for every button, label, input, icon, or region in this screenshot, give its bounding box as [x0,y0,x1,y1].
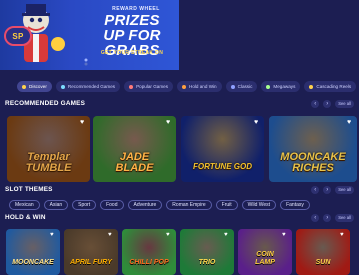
hold-win-game-card[interactable]: APRIL FURY ♥ [64,229,118,275]
heart-icon[interactable]: ♥ [80,119,87,126]
filter-label: Hold and Win [189,84,217,89]
slot-theme-tags: Mexican Asian Sport Food Adventure Roman Empi… [9,200,359,210]
hold-win-title: HOLD & WIN [5,214,46,221]
game-title: TRIO [180,259,234,267]
heart-icon[interactable]: ♥ [254,119,261,126]
filter-icon [129,84,134,89]
theme-tag[interactable]: Wild West [241,200,277,210]
holdwin-nav: ‹ › See all [311,214,354,222]
filter-icon [230,84,235,89]
heart-icon[interactable]: ♥ [340,232,347,239]
heart-icon[interactable]: ♥ [347,119,354,126]
filter-icon [266,84,271,89]
heart-icon[interactable]: ♥ [224,232,231,239]
game-title-line: SUN [315,259,331,266]
filter-pill[interactable]: Cascading Reels [304,81,357,92]
banner-subtitle: GET YOUR STREAK ON [100,50,164,56]
filter-label: Popular Games [136,84,169,89]
game-title: MOONCAKE RICHES [269,152,357,174]
filter-label: Classic [237,84,253,89]
game-title: JADE BLADE [93,152,176,174]
filter-pill[interactable]: Classic [225,81,258,92]
chevron-left-icon[interactable]: ‹ [311,100,320,108]
chevron-right-icon[interactable]: › [323,214,332,222]
filter-pill[interactable]: Hold and Win [177,81,222,92]
filter-label: Megaways [273,84,296,89]
headline-line-1: PRIZES [104,12,160,29]
brand-logo: SP [4,26,32,46]
heart-icon[interactable]: ♥ [166,119,173,126]
heart-icon[interactable]: ♥ [166,232,173,239]
game-card[interactable]: JADE BLADE ♥ [93,116,176,182]
filter-pill[interactable]: Popular Games [124,81,174,92]
theme-tag[interactable]: Adventure [127,200,163,210]
hold-win-game-card[interactable]: SUN ♥ [296,229,350,275]
filter-label: Recommended Games [67,84,116,89]
filter-icon [309,84,314,89]
game-title: Templar TUMBLE [7,152,90,174]
game-title: APRIL FURY [64,259,118,267]
reward-wheel-banner[interactable]: SP REWARD WHEEL PRIZES UP FOR GRABS GET … [0,0,179,70]
filter-pill[interactable]: Discover [17,81,52,92]
chevron-left-icon[interactable]: ‹ [311,214,320,222]
game-title-line: MOONCAKE [12,259,54,266]
theme-tag[interactable]: Food [100,200,124,210]
theme-tag[interactable]: Fantasy [280,200,310,210]
themes-see-all[interactable]: See all [335,186,354,194]
filter-label: Cascading Reels [316,84,352,89]
chevron-right-icon[interactable]: › [323,186,332,194]
chevron-right-icon[interactable]: › [323,100,332,108]
theme-tag[interactable]: Asian [43,200,69,210]
hold-win-game-card[interactable]: COIN LAMP ♥ [238,229,292,275]
game-title-line: TUMBLE [25,162,72,174]
heart-icon[interactable]: ♥ [282,232,289,239]
game-title-line: LAMP [255,259,275,266]
heart-icon[interactable]: ♥ [50,232,57,239]
chevron-left-icon[interactable]: ‹ [311,186,320,194]
filter-icon [60,84,65,89]
theme-tag[interactable]: Mexican [9,200,40,210]
theme-tag[interactable]: Roman Empire [166,200,212,210]
game-title: CHILLI POP [122,259,176,267]
heart-icon[interactable]: ♥ [108,232,115,239]
recommended-games-carousel: Templar TUMBLE ♥ JADE BLADE ♥ FORTUNE GOD ♥ MOON… [7,116,359,182]
game-title-line: COIN [256,251,274,258]
game-title-line: APRIL FURY [70,259,112,266]
filter-label: Discover [29,84,47,89]
recommended-nav: ‹ › See all [311,100,354,108]
recommended-see-all[interactable]: See all [335,100,354,108]
game-title-line: BLADE [115,162,154,174]
game-card[interactable]: MOONCAKE RICHES ♥ [269,116,357,182]
filter-icon [22,84,26,89]
theme-tag[interactable]: Fruit [215,200,238,210]
game-title-line: TRIO [198,259,216,266]
game-title: FORTUNE GOD [181,162,264,171]
game-title-line: FORTUNE GOD [193,162,252,171]
game-card[interactable]: Templar TUMBLE ♥ [7,116,90,182]
hold-win-game-card[interactable]: CHILLI POP ♥ [122,229,176,275]
themes-nav: ‹ › See all [311,186,354,194]
hold-win-game-card[interactable]: TRIO ♥ [180,229,234,275]
banner-dots [84,58,88,66]
holdwin-see-all[interactable]: See all [335,214,354,222]
brand-logo-text: SP [12,31,24,41]
game-title: SUN [296,259,350,267]
game-title: MOONCAKE [6,259,60,267]
headline-line-2: UP FOR [103,27,161,44]
hold-win-carousel: MOONCAKE ♥ APRIL FURY ♥ CHILLI POP ♥ TRIO ♥ COIN… [6,229,359,275]
filter-pill[interactable]: Recommended Games [55,81,121,92]
game-title: COIN LAMP [238,251,292,267]
filter-pill[interactable]: Megaways [261,81,301,92]
slot-themes-title: SLOT THEMES [5,186,53,193]
filter-icon [182,84,187,89]
game-title-line: CHILLI POP [129,259,169,266]
recommended-section-title: RECOMMENDED GAMES [5,100,86,107]
hold-win-game-card[interactable]: MOONCAKE ♥ [6,229,60,275]
game-card[interactable]: FORTUNE GOD ♥ [181,116,264,182]
category-filters: Discover Recommended Games Popular Games Ho… [17,81,359,92]
game-title-line: RICHES [292,162,334,174]
theme-tag[interactable]: Sport [72,200,97,210]
